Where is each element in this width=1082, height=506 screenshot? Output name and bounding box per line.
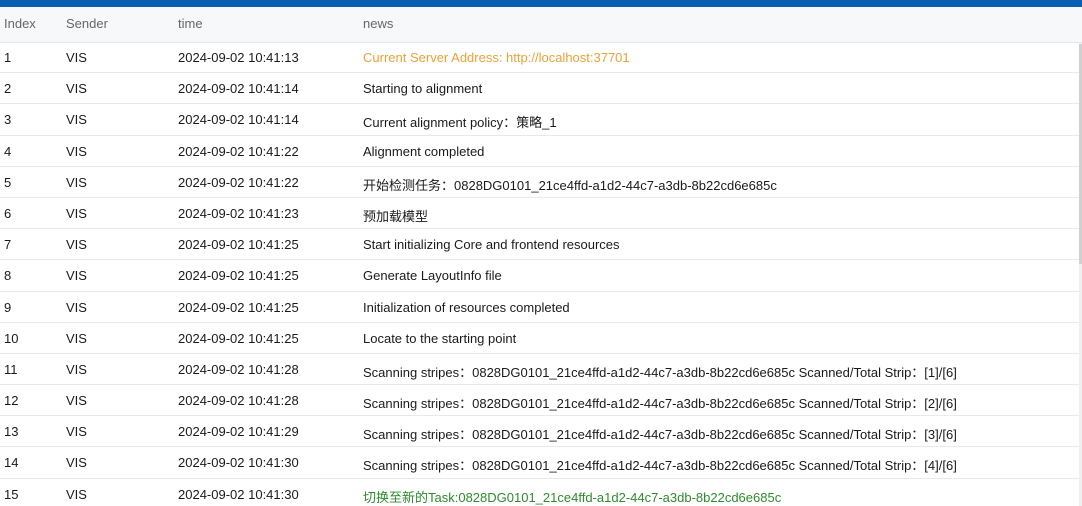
cell-news: 切换至新的Task:0828DG0101_21ce4ffd-a1d2-44c7-… — [363, 489, 782, 505]
cell-time: 2024-09-02 10:41:30 — [178, 455, 299, 471]
cell-index: 10 — [4, 330, 19, 346]
cell-index: 1 — [4, 50, 12, 65]
cell-news: Start initializing Core and frontend res… — [363, 237, 620, 253]
cell-sender: VIS — [66, 486, 87, 502]
table-row[interactable]: 12 VIS 2024-09-02 10:41:28 Scanning stripes… — [0, 385, 1080, 417]
table-body: 1 VIS 2024-09-02 10:41:13 Current Server Ad… — [0, 42, 1080, 506]
cell-sender: VIS — [66, 81, 87, 97]
cell-sender: VIS — [66, 268, 87, 284]
table-row[interactable]: 4 VIS 2024-09-02 10:41:22 Alignment complet… — [0, 136, 1080, 167]
log-table: Index Sender time news 1 VIS 2024-09-02 10… — [0, 7, 1082, 506]
table-header: Index Sender time news — [0, 7, 1082, 43]
cell-time: 2024-09-02 10:41:25 — [178, 237, 299, 253]
table-row[interactable]: 10 VIS 2024-09-02 10:41:25 Locate to the st… — [0, 323, 1080, 354]
column-header-index[interactable]: Index — [4, 16, 36, 31]
column-header-sender[interactable]: Sender — [66, 16, 108, 31]
table-row[interactable]: 1 VIS 2024-09-02 10:41:13 Current Server Ad… — [0, 42, 1080, 74]
cell-sender: VIS — [66, 299, 87, 315]
cell-news: Scanning stripes：0828DG0101_21ce4ffd-a1d… — [363, 427, 957, 443]
top-accent-bar — [0, 0, 1082, 7]
table-row[interactable]: 2 VIS 2024-09-02 10:41:14 Starting to align… — [0, 73, 1080, 105]
cell-index: 2 — [4, 81, 12, 97]
cell-index: 9 — [4, 299, 12, 315]
column-header-news[interactable]: news — [363, 16, 393, 31]
cell-news: Initialization of resources completed — [363, 299, 570, 315]
cell-index: 5 — [4, 174, 12, 190]
cell-time: 2024-09-02 10:41:14 — [178, 81, 299, 97]
cell-sender: VIS — [66, 393, 87, 409]
cell-time: 2024-09-02 10:41:25 — [178, 268, 299, 284]
cell-sender: VIS — [66, 424, 87, 440]
cell-news: Current alignment policy：策略_1 — [363, 115, 557, 131]
cell-time: 2024-09-02 10:41:29 — [178, 424, 299, 440]
cell-time: 2024-09-02 10:41:25 — [178, 299, 299, 315]
table-row[interactable]: 15 VIS 2024-09-02 10:41:30 切换至新的Task:0828DG… — [0, 479, 1080, 506]
table-row[interactable]: 6 VIS 2024-09-02 10:41:23 预加载模型 — [0, 198, 1080, 230]
cell-sender: VIS — [66, 50, 87, 65]
cell-index: 8 — [4, 268, 12, 284]
cell-news: 开始检测任务：0828DG0101_21ce4ffd-a1d2-44c7-a3d… — [363, 177, 777, 193]
cell-time: 2024-09-02 10:41:28 — [178, 361, 299, 377]
cell-index: 12 — [4, 393, 19, 409]
table-row[interactable]: 7 VIS 2024-09-02 10:41:25 Start initializin… — [0, 229, 1080, 261]
cell-news: Scanning stripes：0828DG0101_21ce4ffd-a1d… — [363, 458, 957, 474]
cell-index: 15 — [4, 486, 19, 502]
cell-index: 7 — [4, 237, 12, 253]
cell-sender: VIS — [66, 205, 87, 221]
cell-index: 6 — [4, 205, 12, 221]
cell-index: 14 — [4, 455, 19, 471]
cell-time: 2024-09-02 10:41:23 — [178, 205, 299, 221]
cell-sender: VIS — [66, 112, 87, 128]
table-row[interactable]: 13 VIS 2024-09-02 10:41:29 Scanning stripes… — [0, 416, 1080, 448]
table-row[interactable]: 14 VIS 2024-09-02 10:41:30 Scanning stripes… — [0, 447, 1080, 479]
cell-news: Current Server Address: http://localhost… — [363, 50, 630, 65]
cell-news: 预加载模型 — [363, 208, 429, 224]
cell-time: 2024-09-02 10:41:13 — [178, 50, 299, 65]
cell-sender: VIS — [66, 330, 87, 346]
cell-time: 2024-09-02 10:41:25 — [178, 330, 299, 346]
cell-news: Scanning stripes：0828DG0101_21ce4ffd-a1d… — [363, 364, 957, 380]
cell-time: 2024-09-02 10:41:14 — [178, 112, 299, 128]
cell-index: 4 — [4, 143, 12, 159]
cell-sender: VIS — [66, 143, 87, 159]
cell-time: 2024-09-02 10:41:22 — [178, 143, 299, 159]
table-row[interactable]: 11 VIS 2024-09-02 10:41:28 Scanning stripes… — [0, 354, 1080, 386]
cell-news: Generate LayoutInfo file — [363, 268, 502, 284]
table-row[interactable]: 8 VIS 2024-09-02 10:41:25 Generate LayoutIn… — [0, 260, 1080, 292]
cell-index: 13 — [4, 424, 19, 440]
cell-index: 3 — [4, 112, 12, 128]
cell-time: 2024-09-02 10:41:22 — [178, 174, 299, 190]
cell-sender: VIS — [66, 237, 87, 253]
cell-sender: VIS — [66, 455, 87, 471]
cell-news: Alignment completed — [363, 143, 485, 159]
cell-news: Scanning stripes：0828DG0101_21ce4ffd-a1d… — [363, 396, 957, 412]
cell-sender: VIS — [66, 174, 87, 190]
cell-time: 2024-09-02 10:41:30 — [178, 486, 299, 502]
cell-time: 2024-09-02 10:41:28 — [178, 393, 299, 409]
table-row[interactable]: 9 VIS 2024-09-02 10:41:25 Initialization of… — [0, 292, 1080, 323]
cell-sender: VIS — [66, 361, 87, 377]
table-row[interactable]: 5 VIS 2024-09-02 10:41:22 开始检测任务：0828DG0101… — [0, 167, 1080, 198]
cell-news: Starting to alignment — [363, 81, 483, 97]
table-row[interactable]: 3 VIS 2024-09-02 10:41:14 Current alignment… — [0, 104, 1080, 136]
cell-news: Locate to the starting point — [363, 330, 517, 346]
cell-index: 11 — [4, 361, 18, 377]
column-header-time[interactable]: time — [178, 16, 203, 31]
